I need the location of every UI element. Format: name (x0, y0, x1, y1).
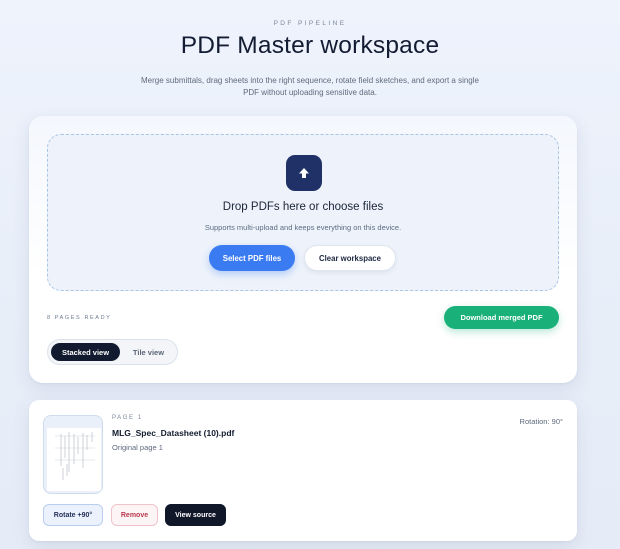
tile-view-option[interactable]: Tile view (122, 343, 175, 361)
rotate-button[interactable]: Rotate +90° (43, 504, 103, 526)
select-pdf-files-button[interactable]: Select PDF files (209, 245, 295, 271)
page-subtitle: Merge submittals, drag sheets into the r… (141, 76, 479, 97)
view-source-button[interactable]: View source (165, 504, 226, 526)
page-number-label: PAGE 1 (112, 415, 143, 421)
pages-ready-count: 8 PAGES READY (47, 315, 112, 321)
dropzone-subtitle: Supports multi-upload and keeps everythi… (204, 223, 402, 232)
stacked-view-option[interactable]: Stacked view (51, 343, 120, 361)
page-thumbnail[interactable] (43, 415, 103, 494)
clear-workspace-button[interactable]: Clear workspace (304, 245, 396, 271)
page-card: PAGE 1 MLG_Spec_Datasheet (10).pdf Origi… (29, 400, 577, 541)
thumbnail-content-icon (55, 432, 95, 480)
rotation-status: Rotation: 90° (519, 417, 563, 426)
page-title: PDF Master workspace (180, 32, 440, 59)
view-toggle: Stacked view Tile view (47, 339, 178, 365)
workspace-card: Drop PDFs here or choose files Supports … (29, 116, 577, 383)
remove-button[interactable]: Remove (111, 504, 158, 526)
eyebrow-label: PDF PIPELINE (273, 20, 347, 27)
upload-arrow-icon (286, 155, 322, 191)
dropzone[interactable]: Drop PDFs here or choose files Supports … (47, 134, 559, 291)
thumbnail-sheet (47, 428, 101, 491)
original-page-label: Original page 1 (112, 443, 163, 452)
file-name: MLG_Spec_Datasheet (10).pdf (112, 428, 235, 438)
dropzone-title: Drop PDFs here or choose files (222, 201, 384, 213)
download-merged-pdf-button[interactable]: Download merged PDF (444, 306, 559, 329)
